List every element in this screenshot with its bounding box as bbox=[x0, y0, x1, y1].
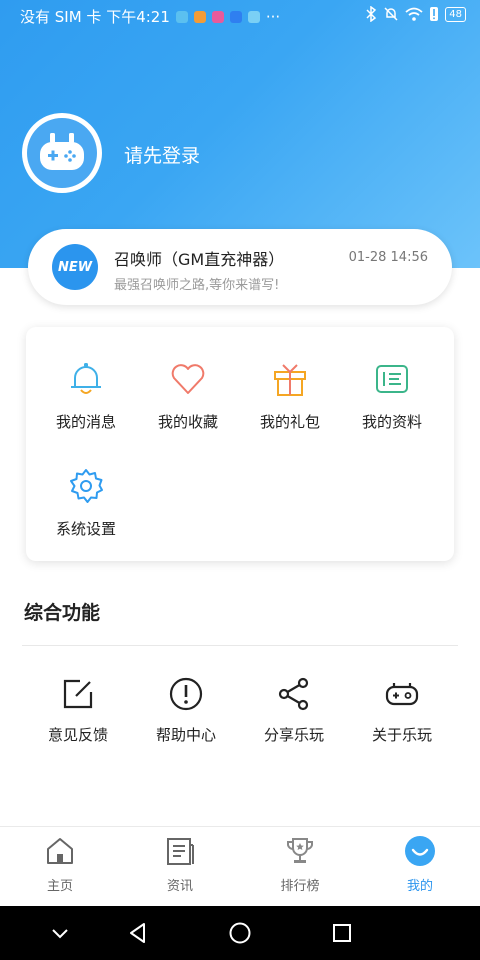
tab-label: 我的 bbox=[406, 879, 433, 894]
section-divider bbox=[22, 645, 458, 646]
function-label: 意见反馈 bbox=[47, 726, 108, 744]
home-button-icon[interactable] bbox=[228, 921, 252, 945]
profile-icon bbox=[405, 836, 435, 866]
function-feedback[interactable]: 意见反馈 bbox=[28, 676, 128, 745]
menu-item-label: 系统设置 bbox=[55, 520, 116, 538]
back-icon[interactable] bbox=[126, 921, 150, 945]
bell-icon bbox=[71, 363, 101, 394]
collapse-icon[interactable] bbox=[48, 921, 72, 945]
function-about[interactable]: 关于乐玩 bbox=[352, 676, 452, 745]
notification-app-icon bbox=[193, 10, 206, 23]
status-bar: 没有 SIM 卡 下午4:21 ··· 48 bbox=[0, 0, 480, 34]
more-notifications: ··· bbox=[265, 7, 281, 26]
function-share[interactable]: 分享乐玩 bbox=[244, 676, 344, 745]
gamepad-avatar-icon bbox=[40, 133, 84, 170]
menu-item-label: 我的资料 bbox=[361, 413, 422, 431]
tab-mine[interactable]: 我的 bbox=[360, 835, 480, 894]
function-label: 帮助中心 bbox=[155, 726, 216, 744]
tab-news[interactable]: 资讯 bbox=[120, 835, 240, 894]
menu-item-messages[interactable]: 我的消息 bbox=[36, 359, 136, 432]
notice-time: 01-28 14:56 bbox=[348, 250, 428, 265]
tab-label: 资讯 bbox=[166, 879, 193, 894]
status-right: 48 bbox=[365, 6, 466, 22]
notice-title: 召唤师（GM直充神器） bbox=[114, 250, 285, 269]
status-text: 没有 SIM 卡 下午4:21 bbox=[20, 8, 170, 26]
menu-item-label: 我的消息 bbox=[55, 413, 116, 431]
profile-card-icon bbox=[376, 365, 408, 393]
heart-icon bbox=[171, 364, 205, 394]
avatar[interactable] bbox=[22, 113, 102, 193]
bottom-tab-bar: 主页 资讯 排行榜 我的 bbox=[0, 826, 480, 907]
gamepad-icon bbox=[385, 683, 419, 706]
gift-icon bbox=[274, 364, 306, 396]
trophy-icon bbox=[287, 838, 313, 863]
menu-item-profile[interactable]: 我的资料 bbox=[342, 359, 442, 432]
edit-icon bbox=[63, 679, 93, 709]
login-prompt[interactable]: 请先登录 bbox=[124, 141, 200, 168]
recents-icon[interactable] bbox=[330, 921, 354, 945]
wifi-icon bbox=[405, 7, 423, 21]
avatar-circle bbox=[27, 118, 97, 188]
mute-bell-icon bbox=[384, 7, 398, 21]
notification-app-icon bbox=[247, 10, 260, 23]
home-icon bbox=[47, 838, 73, 864]
notification-app-icon bbox=[175, 10, 188, 23]
function-label: 关于乐玩 bbox=[371, 726, 432, 744]
menu-item-label: 我的收藏 bbox=[157, 413, 218, 431]
tab-home[interactable]: 主页 bbox=[0, 835, 120, 894]
notification-app-icon bbox=[229, 10, 242, 23]
menu-item-gifts[interactable]: 我的礼包 bbox=[240, 359, 340, 432]
gear-icon bbox=[70, 469, 103, 503]
signal-alert-icon bbox=[430, 7, 439, 21]
menu-item-favorites[interactable]: 我的收藏 bbox=[138, 359, 238, 432]
battery-indicator: 48 bbox=[445, 6, 466, 22]
section-title-functions: 综合功能 bbox=[24, 602, 101, 624]
news-icon bbox=[167, 838, 194, 865]
alert-icon bbox=[169, 677, 203, 711]
menu-item-label: 我的礼包 bbox=[259, 413, 320, 431]
share-icon bbox=[278, 677, 309, 711]
tab-label: 主页 bbox=[46, 879, 73, 894]
system-navigation-bar bbox=[0, 906, 480, 960]
function-help[interactable]: 帮助中心 bbox=[136, 676, 236, 745]
profile-header: 没有 SIM 卡 下午4:21 ··· 48 请先登录 bbox=[0, 0, 480, 268]
status-left: 没有 SIM 卡 下午4:21 ··· bbox=[20, 6, 280, 27]
notification-app-icon bbox=[211, 10, 224, 23]
personal-menu-card: 我的消息 我的收藏 我的礼包 我的资料 系统设置 bbox=[26, 327, 454, 561]
function-label: 分享乐玩 bbox=[263, 726, 324, 744]
notice-subtitle: 最强召唤师之路,等你来谱写! bbox=[114, 278, 280, 293]
bluetooth-icon bbox=[366, 6, 377, 22]
menu-item-settings[interactable]: 系统设置 bbox=[36, 466, 136, 539]
tab-label: 排行榜 bbox=[280, 879, 320, 894]
tab-ranking[interactable]: 排行榜 bbox=[240, 835, 360, 894]
new-badge: NEW bbox=[52, 244, 98, 290]
news-notice-card[interactable]: NEW 召唤师（GM直充神器） 最强召唤师之路,等你来谱写! 01-28 14:… bbox=[28, 229, 452, 305]
